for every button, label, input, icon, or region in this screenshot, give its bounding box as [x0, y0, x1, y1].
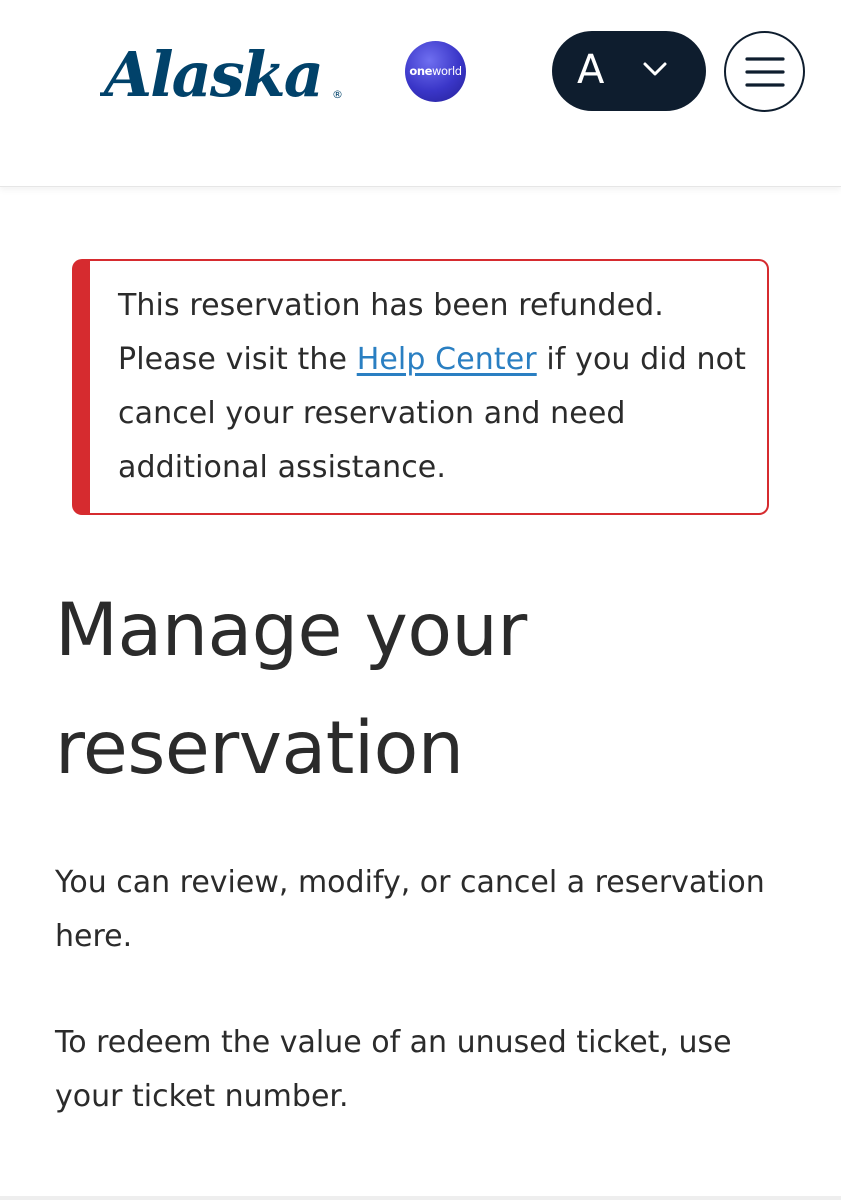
refund-alert: This reservation has been refunded. Plea… — [72, 259, 769, 515]
oneworld-logo: oneworld — [405, 41, 466, 102]
section-divider — [0, 1196, 841, 1200]
page-title: Manage your reservation — [55, 588, 527, 791]
refund-alert-message: This reservation has been refunded. Plea… — [118, 279, 758, 495]
alaska-logo-text: Alaska — [100, 38, 322, 111]
account-initial: A — [577, 47, 605, 93]
redeem-paragraph: To redeem the value of an unused ticket,… — [55, 1025, 732, 1114]
account-menu-button[interactable]: A — [552, 31, 706, 111]
hamburger-menu-icon — [745, 57, 785, 87]
alaska-logo[interactable]: Alaska ® — [100, 30, 350, 112]
hamburger-menu-button[interactable] — [724, 31, 805, 112]
intro-paragraph: You can review, modify, or cancel a rese… — [55, 865, 765, 954]
site-header: Alaska ® oneworld A — [0, 0, 841, 187]
chevron-down-icon — [643, 62, 667, 76]
registered-mark: ® — [332, 88, 343, 101]
alaska-logo-mark: Alaska ® — [100, 38, 343, 111]
oneworld-logo-regular: world — [432, 64, 462, 78]
oneworld-logo-bold: one — [409, 64, 432, 78]
help-center-link[interactable]: Help Center — [357, 342, 537, 377]
